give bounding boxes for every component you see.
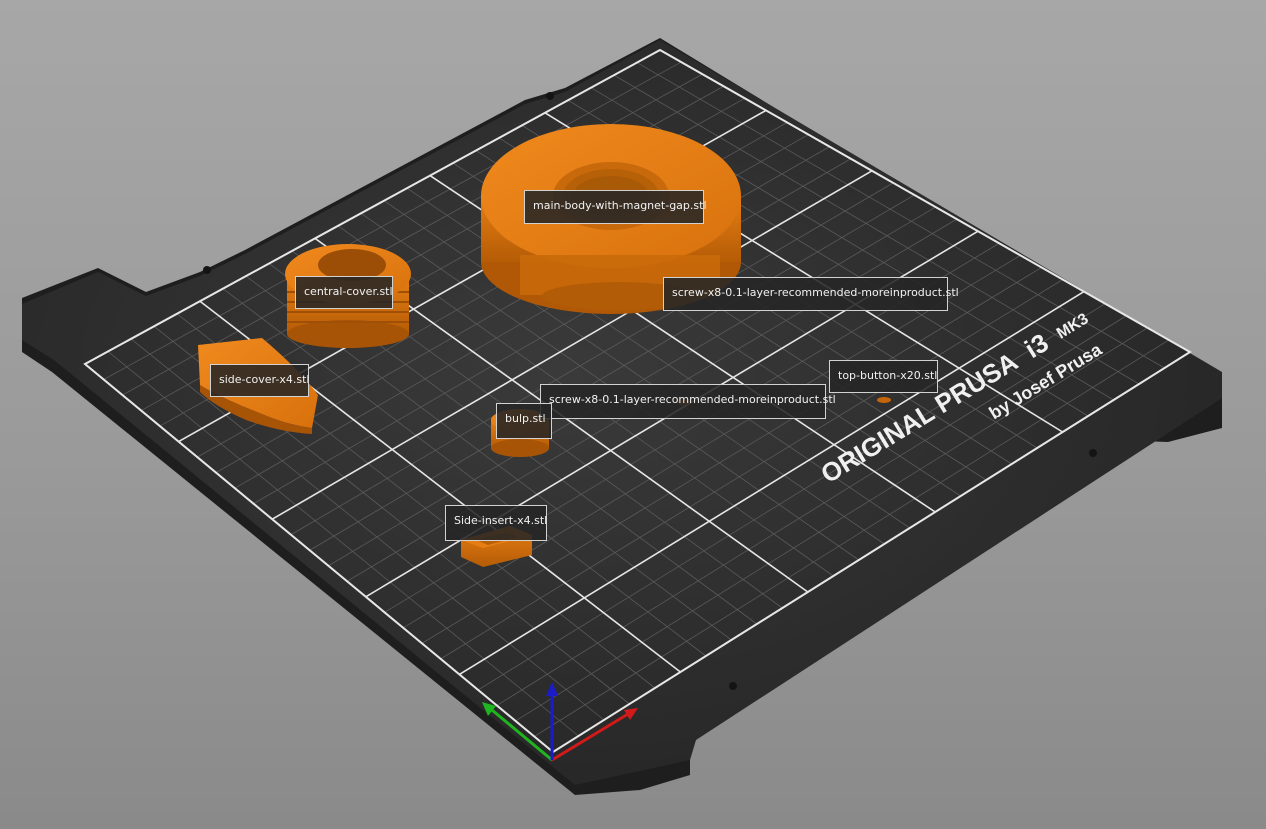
label-side-cover-text: side-cover-x4.stl xyxy=(219,373,310,386)
bed-hole xyxy=(1089,449,1097,457)
label-top-button-text: top-button-x20.stl xyxy=(838,369,938,382)
label-top-button[interactable]: top-button-x20.stl xyxy=(829,360,938,393)
bed-hole xyxy=(203,266,211,274)
label-bulp-text: bulp.stl xyxy=(505,412,546,425)
object-top-button[interactable] xyxy=(877,397,891,403)
label-side-insert[interactable]: Side-insert-x4.stl xyxy=(445,505,547,541)
label-side-insert-text: Side-insert-x4.stl xyxy=(454,514,548,527)
label-side-cover[interactable]: side-cover-x4.stl xyxy=(210,364,309,397)
label-main-body[interactable]: main-body-with-magnet-gap.stl xyxy=(524,190,707,224)
bed-hole xyxy=(729,682,737,690)
label-screw-large-text: screw-x8-0.1-layer-recommended-moreinpro… xyxy=(672,286,959,299)
bed-hole xyxy=(546,92,554,100)
label-central-cover-text: central-cover.stl xyxy=(304,285,393,298)
label-screw-large[interactable]: screw-x8-0.1-layer-recommended-moreinpro… xyxy=(663,277,959,311)
label-screw-small-text: screw-x8-0.1-layer-recommended-moreinpro… xyxy=(549,393,836,406)
label-bulp[interactable]: bulp.stl xyxy=(496,403,552,439)
label-central-cover[interactable]: central-cover.stl xyxy=(295,276,393,309)
3d-viewport[interactable]: ORIGINAL PRUSA i3 MK3 by Josef Prusa mai… xyxy=(0,0,1266,829)
label-screw-small[interactable]: screw-x8-0.1-layer-recommended-moreinpro… xyxy=(540,384,836,419)
label-main-body-text: main-body-with-magnet-gap.stl xyxy=(533,199,707,212)
